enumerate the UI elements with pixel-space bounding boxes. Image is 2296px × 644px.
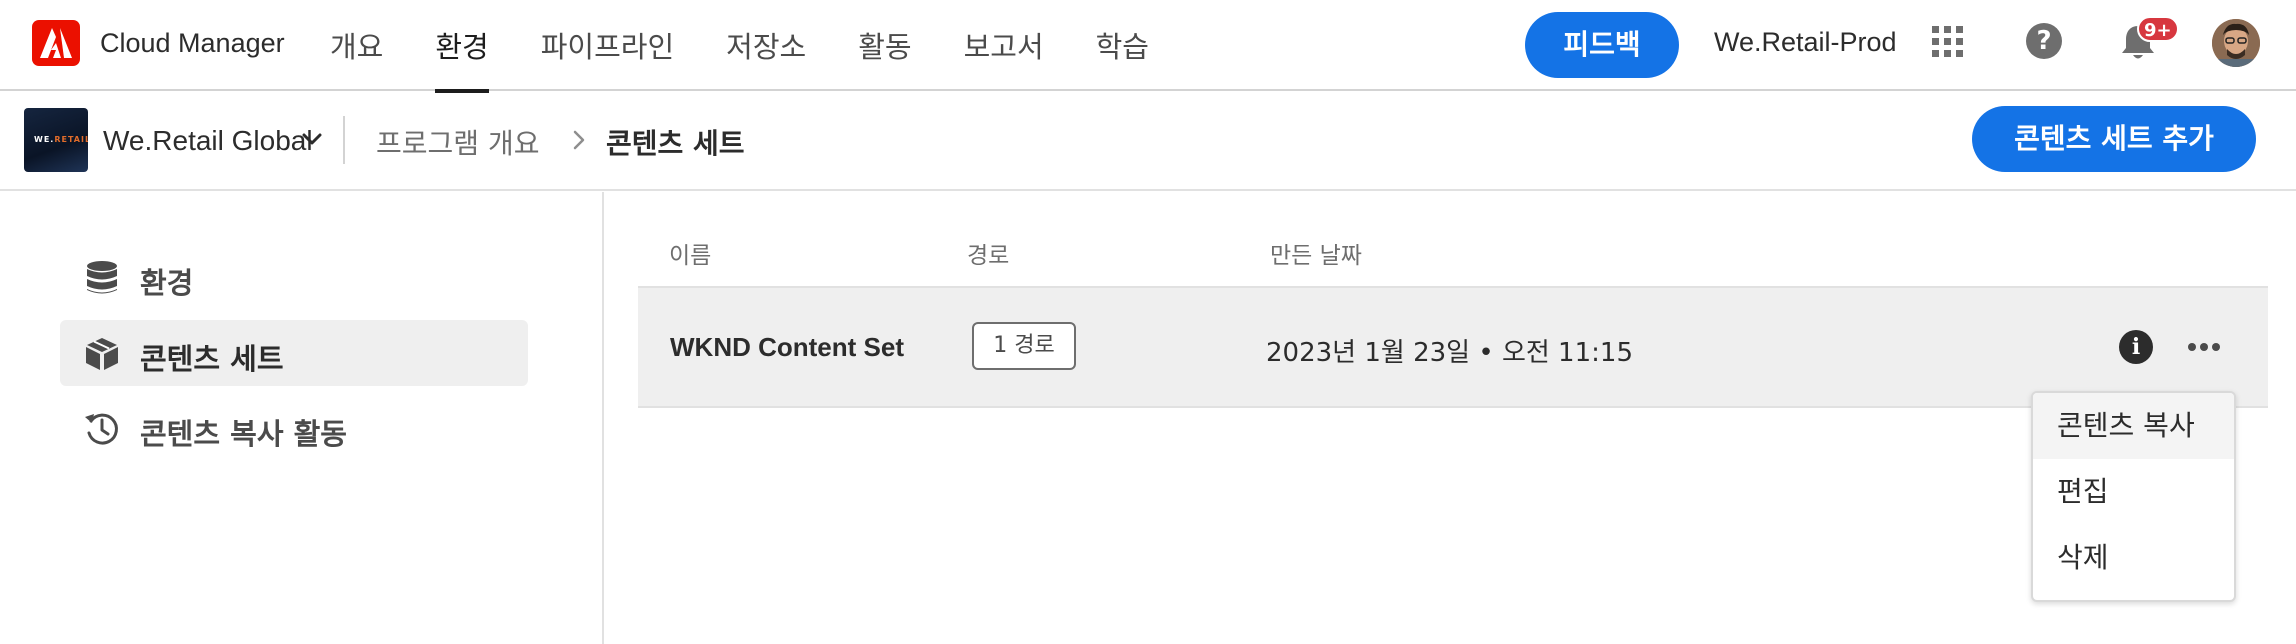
chevron-right-icon: [573, 130, 585, 150]
program-header: WE.RETAIL We.Retail Global 프로그램 개요 콘텐츠 세…: [0, 92, 2296, 191]
tab-reports[interactable]: 보고서: [964, 0, 1044, 91]
divider: [343, 116, 345, 164]
sidebar-item-label: 환경: [140, 266, 194, 300]
sidebar-item-content-sets[interactable]: 콘텐츠 세트: [60, 320, 528, 386]
chevron-down-icon[interactable]: [302, 132, 322, 146]
menu-item-copy-content[interactable]: 콘텐츠 복사: [2033, 393, 2234, 459]
program-thumbnail[interactable]: WE.RETAIL: [24, 108, 88, 172]
tab-learning[interactable]: 학습: [1096, 0, 1149, 91]
info-icon[interactable]: i: [2119, 330, 2153, 364]
adobe-logo-icon[interactable]: [32, 20, 80, 66]
top-bar: Cloud Manager 개요 환경 파이프라인 저장소 활동 보고서 학습 …: [0, 0, 2296, 93]
more-actions-icon[interactable]: [2187, 332, 2221, 362]
program-switcher[interactable]: We.Retail Global: [103, 125, 313, 157]
help-icon[interactable]: ?: [2026, 23, 2062, 59]
program-thumbnail-brand: WE.RETAIL: [34, 135, 88, 144]
row-actions-menu: 콘텐츠 복사 편집 삭제: [2031, 391, 2236, 602]
breadcrumb-current-page: 콘텐츠 세트: [606, 127, 745, 160]
org-switcher[interactable]: We.Retail-Prod: [1714, 27, 1897, 58]
tab-pipelines[interactable]: 파이프라인: [541, 0, 674, 91]
sidebar: 환경 콘텐츠 세트 콘텐츠 복사 활동: [0, 192, 604, 644]
app-switcher-icon[interactable]: [1932, 26, 1964, 58]
column-header-created[interactable]: 만든 날짜: [1270, 236, 1362, 270]
sidebar-item-label: 콘텐츠 세트: [140, 342, 284, 376]
tab-activity[interactable]: 활동: [858, 0, 911, 91]
menu-item-delete[interactable]: 삭제: [2033, 525, 2234, 591]
notification-badge: 9+: [2137, 16, 2179, 42]
main-nav: 개요 환경 파이프라인 저장소 활동 보고서 학습: [330, 0, 1201, 93]
content-set-name: WKND Content Set: [670, 332, 904, 362]
menu-item-edit[interactable]: 편집: [2033, 459, 2234, 525]
add-content-set-button[interactable]: 콘텐츠 세트 추가: [1972, 106, 2256, 172]
tab-repositories[interactable]: 저장소: [726, 0, 806, 91]
tab-overview[interactable]: 개요: [330, 0, 383, 91]
breadcrumb-program-overview[interactable]: 프로그램 개요: [376, 122, 539, 162]
database-icon: [87, 261, 117, 294]
sidebar-item-content-copy-activity[interactable]: 콘텐츠 복사 활동: [60, 395, 528, 461]
box-icon: [86, 338, 118, 370]
app-name[interactable]: Cloud Manager: [100, 28, 285, 59]
sidebar-item-environments[interactable]: 환경: [60, 244, 528, 310]
feedback-button[interactable]: 피드백: [1525, 12, 1679, 78]
sidebar-item-label: 콘텐츠 복사 활동: [140, 417, 347, 451]
table-row[interactable]: WKND Content Set 1 경로 2023년 1월 23일 • 오전 …: [638, 286, 2268, 408]
user-avatar[interactable]: [2212, 19, 2260, 67]
created-date: 2023년 1월 23일 • 오전 11:15: [1266, 338, 1633, 368]
path-count-tag[interactable]: 1 경로: [972, 322, 1076, 370]
column-header-path[interactable]: 경로: [967, 236, 1009, 270]
history-icon: [85, 413, 118, 445]
tab-environments[interactable]: 환경: [435, 0, 490, 93]
column-header-name[interactable]: 이름: [669, 236, 711, 270]
